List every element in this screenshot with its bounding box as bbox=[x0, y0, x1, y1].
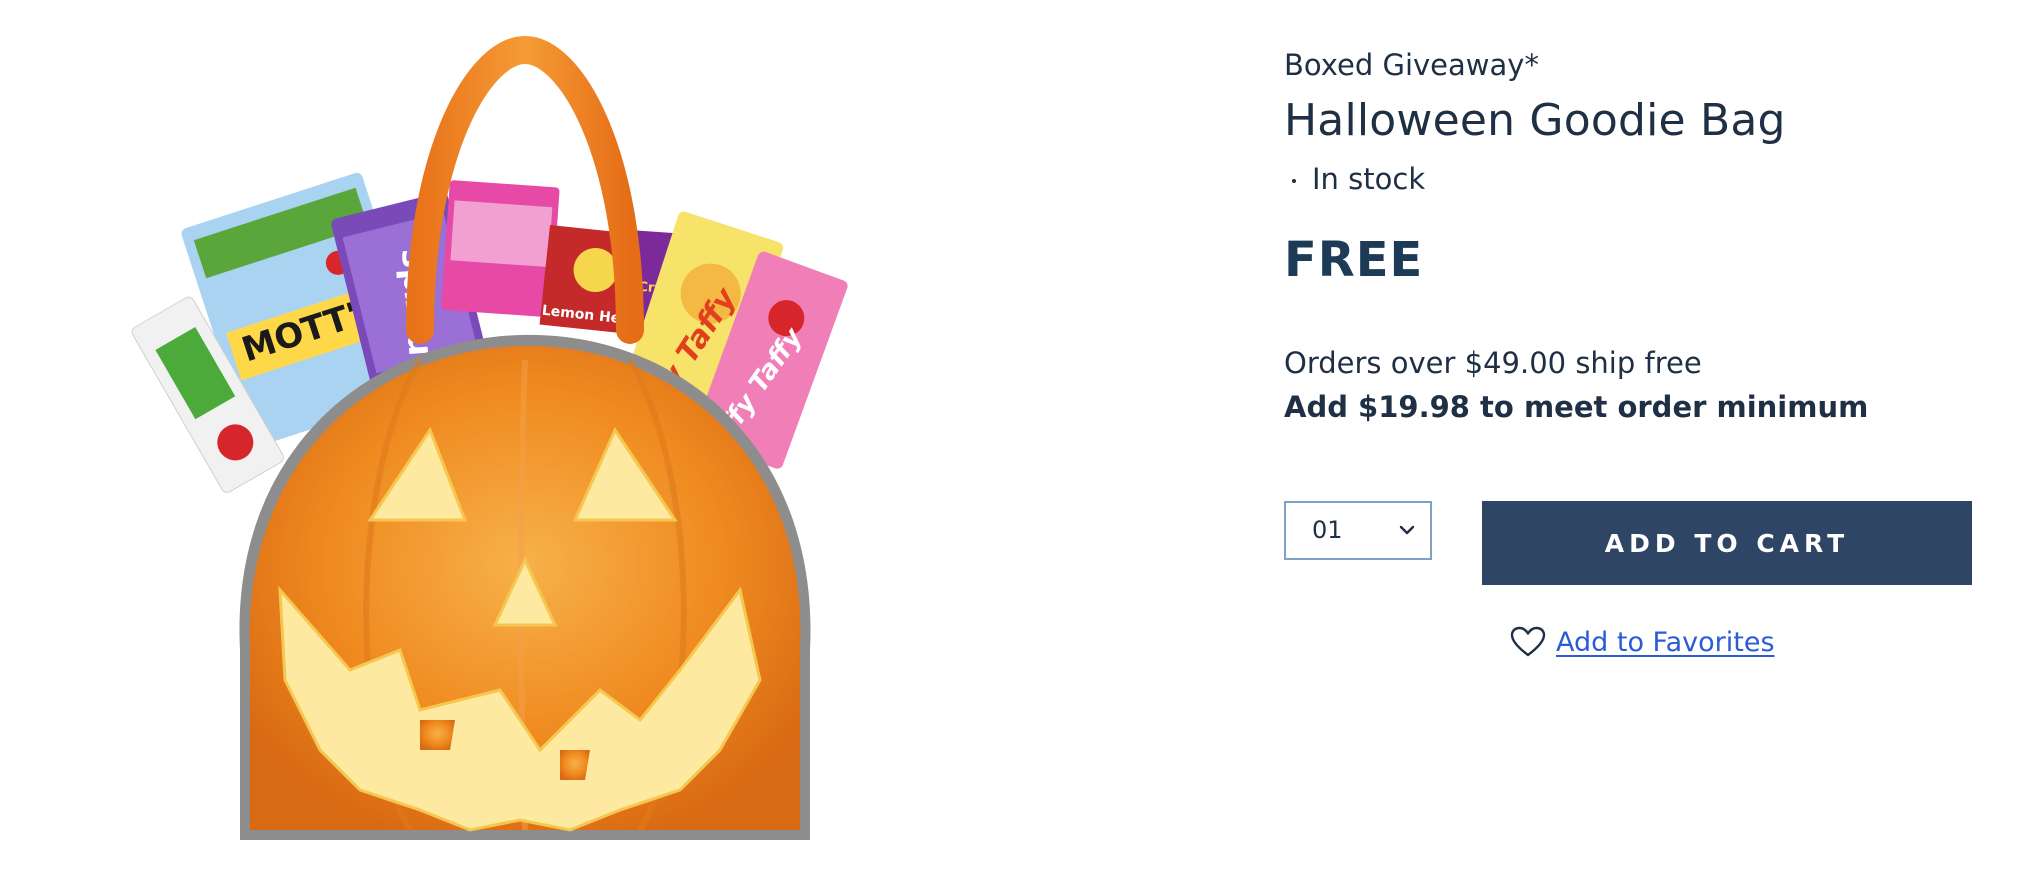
order-minimum-message: Add $19.98 to meet order minimum bbox=[1284, 390, 1869, 424]
stock-bullet bbox=[1292, 179, 1296, 183]
add-to-favorites-label[interactable]: Add to Favorites bbox=[1556, 627, 1775, 658]
add-to-cart-button[interactable]: ADD TO CART bbox=[1482, 501, 1972, 585]
product-title: Halloween Goodie Bag bbox=[1284, 95, 1786, 146]
stock-status-label: In stock bbox=[1312, 162, 1426, 196]
product-brand: Boxed Giveaway* bbox=[1284, 48, 1539, 82]
halloween-goodie-bag-illustration: MOTT'S nerds Lemon Head Laffy Taffy Laff… bbox=[131, 35, 848, 840]
chevron-down-icon bbox=[1399, 525, 1415, 535]
product-image: MOTT'S nerds Lemon Head Laffy Taffy Laff… bbox=[120, 30, 920, 870]
product-price: FREE bbox=[1284, 232, 1424, 288]
free-shipping-threshold: Orders over $49.00 ship free bbox=[1284, 346, 1702, 380]
product-details: Boxed Giveaway* Halloween Goodie Bag In … bbox=[1284, 0, 1984, 880]
heart-icon bbox=[1510, 626, 1546, 657]
stock-status: In stock bbox=[1292, 162, 1425, 196]
quantity-value: 01 bbox=[1312, 516, 1343, 544]
quantity-select[interactable]: 01 bbox=[1284, 501, 1432, 560]
add-to-favorites-link[interactable]: Add to Favorites bbox=[1510, 626, 1775, 658]
product-page: MOTT'S nerds Lemon Head Laffy Taffy Laff… bbox=[0, 0, 2022, 880]
